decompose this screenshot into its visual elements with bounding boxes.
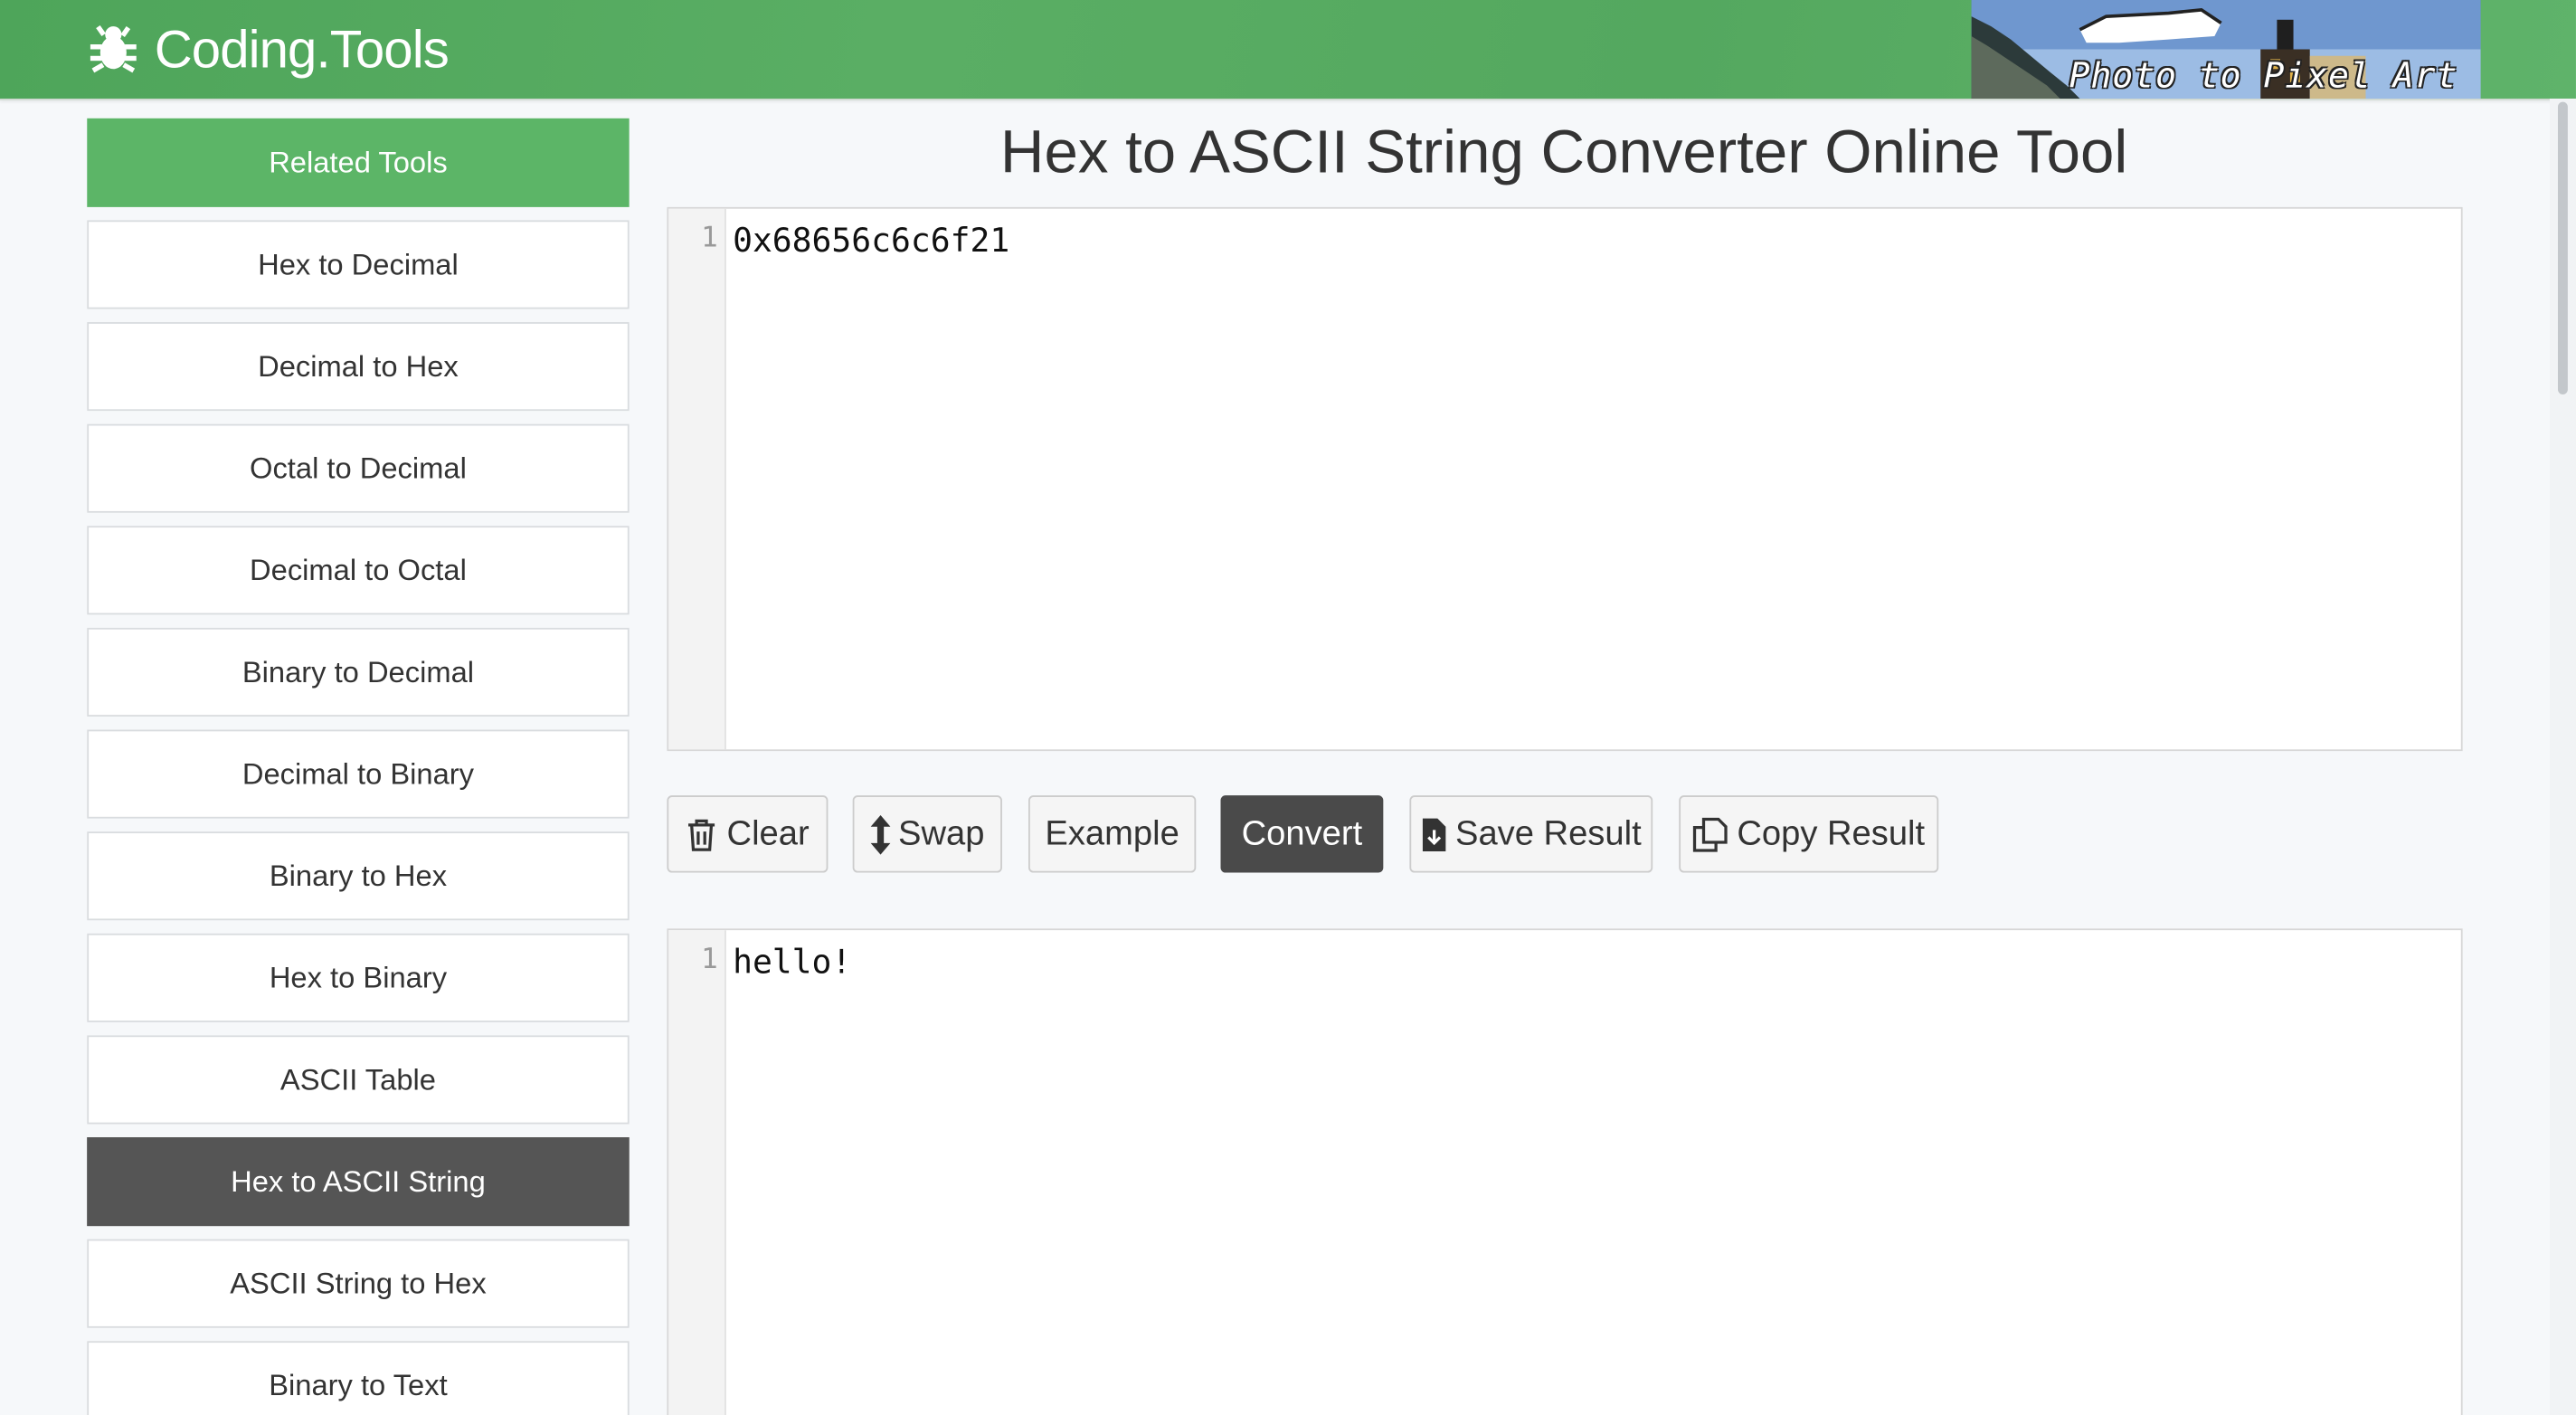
page: Coding.Tools Photo to Pixel Art Related (0, 0, 2576, 1415)
sidebar-item-hex-to-ascii-string[interactable]: Hex to ASCII String (87, 1137, 630, 1227)
swap-button-label: Swap (898, 814, 985, 852)
sidebar-item-octal-to-decimal[interactable]: Octal to Decimal (87, 423, 630, 513)
top-navbar: Coding.Tools Photo to Pixel Art (0, 0, 2576, 100)
line-number: 1 (701, 222, 718, 255)
trash-icon (688, 818, 715, 850)
ascii-output-text[interactable]: hello! (733, 942, 851, 982)
clear-button-label: Clear (726, 814, 810, 852)
vertical-arrows-icon (870, 814, 890, 854)
hex-input-editor[interactable]: 1 0x68656c6c6f21 (667, 206, 2463, 752)
brand-name: Coding.Tools (154, 18, 450, 79)
page-title: Hex to ASCII String Converter Online Too… (999, 118, 2128, 186)
sidebar-item-ascii-string-to-hex[interactable]: ASCII String to Hex (87, 1239, 630, 1328)
convert-button[interactable]: Convert (1220, 795, 1384, 873)
save-result-button-label: Save Result (1455, 814, 1642, 852)
sidebar-item-hex-to-decimal[interactable]: Hex to Decimal (87, 220, 630, 309)
sidebar-item-binary-to-decimal[interactable]: Binary to Decimal (87, 627, 630, 717)
sidebar-item-binary-to-hex[interactable]: Binary to Hex (87, 831, 630, 921)
line-number-gutter: 1 (668, 208, 726, 750)
line-number-gutter: 1 (668, 930, 726, 1415)
scrollbar-thumb[interactable] (2557, 101, 2568, 394)
example-button-label: Example (1045, 814, 1179, 852)
save-result-button[interactable]: Save Result (1409, 795, 1653, 873)
bug-icon (90, 24, 137, 73)
sidebar-item-decimal-to-binary[interactable]: Decimal to Binary (87, 729, 630, 819)
ascii-output-editor[interactable]: 1 hello! (667, 928, 2463, 1415)
example-button[interactable]: Example (1028, 795, 1197, 873)
banner-text: Photo to Pixel Art (2069, 55, 2458, 96)
hex-input-text[interactable]: 0x68656c6c6f21 (733, 220, 1009, 260)
related-tools-sidebar: Related Tools Hex to Decimal Decimal to … (87, 118, 630, 1415)
brand-logo-link[interactable]: Coding.Tools (85, 16, 450, 82)
line-number: 1 (701, 943, 718, 977)
sidebar-item-decimal-to-hex[interactable]: Decimal to Hex (87, 322, 630, 412)
sidebar-item-decimal-to-octal[interactable]: Decimal to Octal (87, 526, 630, 615)
pixel-art-banner[interactable]: Photo to Pixel Art (1971, 0, 2481, 99)
swap-button[interactable]: Swap (852, 795, 1002, 873)
copy-result-button-label: Copy Result (1737, 814, 1926, 852)
sidebar-item-hex-to-binary[interactable]: Hex to Binary (87, 933, 630, 1022)
sidebar-item-binary-to-text[interactable]: Binary to Text (87, 1341, 630, 1415)
page-scrollbar[interactable] (2549, 98, 2576, 1415)
clear-button[interactable]: Clear (667, 795, 829, 873)
convert-button-label: Convert (1241, 814, 1363, 852)
file-download-icon (1422, 817, 1446, 851)
related-tools-header: Related Tools (87, 118, 630, 207)
copy-result-button[interactable]: Copy Result (1679, 795, 1939, 873)
sidebar-item-ascii-table[interactable]: ASCII Table (87, 1035, 630, 1125)
copy-icon (1693, 816, 1728, 851)
